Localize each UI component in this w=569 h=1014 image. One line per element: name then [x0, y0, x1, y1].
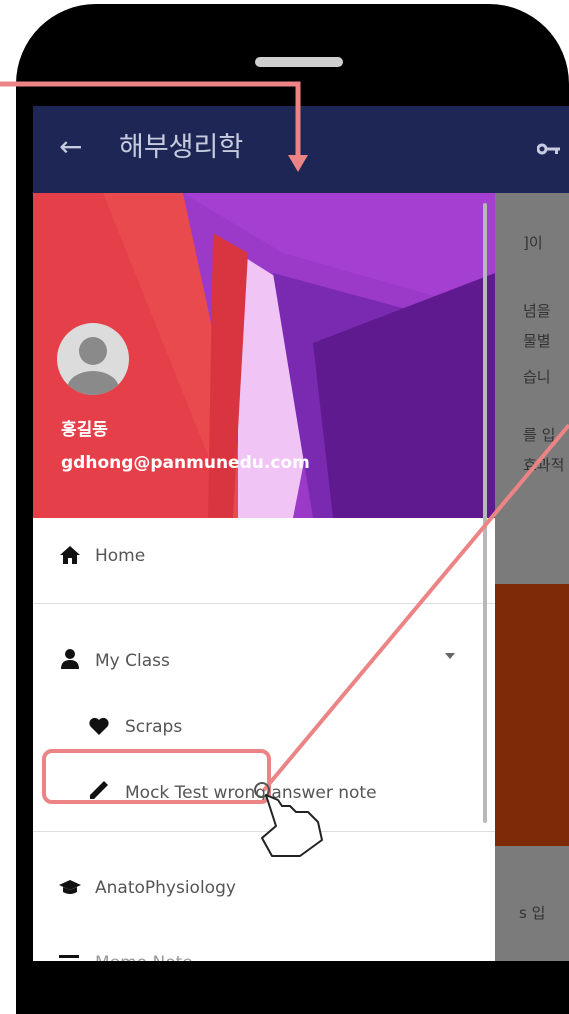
phone-speaker — [255, 57, 343, 67]
drawer-item-anatophysiology[interactable]: AnatoPhysiology — [33, 858, 495, 918]
user-avatar[interactable] — [57, 323, 129, 395]
notes-icon — [59, 955, 79, 958]
user-name: 홍길동 — [61, 420, 108, 440]
person-icon — [61, 649, 79, 669]
app-bar-title: 해부생리학 — [119, 132, 244, 163]
navigation-drawer: 홍길동 gdhong@panmunedu.com Home My Class S… — [33, 193, 495, 961]
background-text-line: 를 입 — [523, 426, 556, 444]
background-text-line: 습니 — [523, 368, 551, 386]
home-icon — [60, 546, 80, 564]
drawer-item-label: Scraps — [125, 717, 183, 737]
drawer-scrollbar[interactable] — [483, 203, 487, 823]
graduation-cap-icon — [59, 880, 81, 894]
annotation-highlight-box — [42, 749, 271, 804]
user-email: gdhong@panmunedu.com — [61, 453, 310, 473]
background-text-line: s 입 — [519, 904, 546, 922]
drawer-item-my-class[interactable]: My Class — [33, 633, 495, 693]
back-arrow-icon[interactable]: ← — [59, 132, 82, 162]
drawer-item-home[interactable]: Home — [33, 528, 495, 588]
background-text-line: 물별 — [523, 332, 551, 350]
key-icon[interactable] — [537, 142, 561, 156]
drawer-divider — [33, 603, 495, 604]
drawer-item-memo-note[interactable]: Memo Note — [33, 933, 495, 961]
caret-down-icon[interactable] — [445, 653, 455, 659]
heart-icon — [89, 717, 109, 735]
phone-screen: ← 해부생리학 ]이 념을 물별 습니 를 입 효과적 s 입 홍길동 gdho… — [33, 106, 569, 961]
person-avatar-icon — [67, 337, 119, 395]
drawer-item-label: My Class — [95, 651, 170, 671]
drawer-item-label: Memo Note — [95, 952, 193, 961]
background-text-line: 효과적 — [523, 456, 565, 474]
drawer-item-label: AnatoPhysiology — [95, 878, 236, 898]
background-text-line: ]이 — [523, 234, 543, 252]
background-text-line: 념을 — [523, 302, 551, 320]
drawer-item-label: Home — [95, 546, 146, 566]
app-bar: ← 해부생리학 — [33, 106, 569, 193]
drawer-divider — [33, 831, 495, 832]
background-content-panel — [495, 584, 569, 846]
